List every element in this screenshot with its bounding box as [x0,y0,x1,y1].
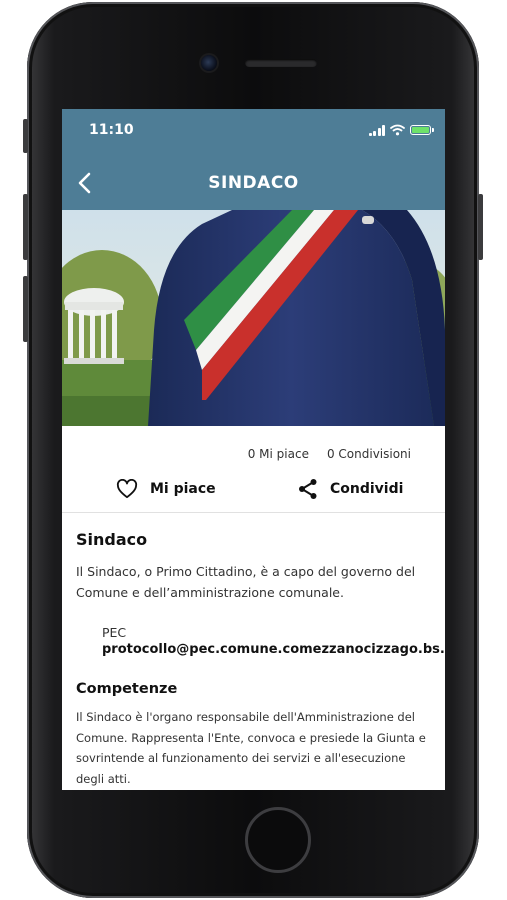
battery-icon [410,125,434,135]
like-button[interactable]: Mi piace [116,477,216,501]
app-header: 11:10 SINDACO [62,109,445,210]
hero-image [62,210,445,426]
share-icon [299,479,317,499]
pec-label: PEC [102,625,127,640]
content-title: Sindaco [76,530,148,549]
stats-row: 0 Mi piace 0 Condivisioni [248,447,411,461]
shares-count: 0 Condivisioni [326,447,411,461]
divider [62,512,445,513]
volume-down-button [23,276,28,342]
competenze-text: Il Sindaco è l'organo responsabile dell'… [76,710,426,786]
competenze-title: Competenze [76,681,178,697]
likes-count: 0 Mi piace [247,447,309,461]
power-button [478,194,483,260]
like-label: Mi piace [150,481,216,497]
share-button[interactable]: Condividi [298,477,403,501]
earpiece-speaker [245,59,317,67]
share-label: Condividi [330,481,404,497]
front-camera [201,55,217,71]
temple-drawing [64,288,124,364]
pec-block: PEC protocollo@pec.comune.comezzanocizza… [102,625,445,659]
pec-email-link[interactable]: protocollo@pec.comune.comezzanocizzago.b… [102,641,445,659]
home-button[interactable] [245,807,311,873]
signal-icon [368,124,385,136]
status-icons [368,123,434,137]
content-body: Sindaco Il Sindaco, o Primo Cittadino, è… [76,530,445,789]
status-time: 11:10 [89,122,134,138]
wifi-icon [390,124,405,136]
mute-switch [23,119,28,153]
actions-bar: Mi piace Condividi [62,477,445,511]
app-screen: 11:10 SINDACO 0 Mi piace 0 Condivisioni … [62,109,445,790]
page-title: SINDACO [208,173,299,193]
content-description: Il Sindaco, o Primo Cittadino, è a capo … [76,564,416,600]
heart-icon [116,479,138,499]
volume-up-button [23,194,28,260]
